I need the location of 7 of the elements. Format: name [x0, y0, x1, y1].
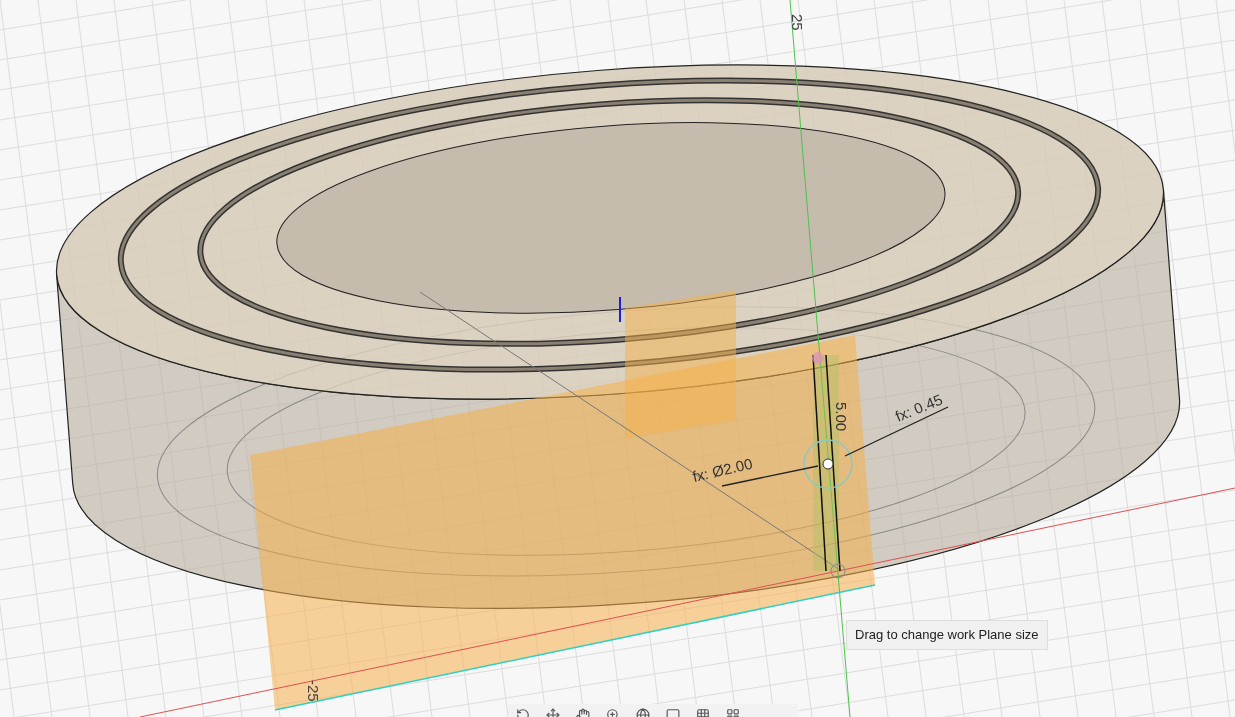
- dimension-value[interactable]: fx: Ø2.00: [690, 454, 754, 485]
- dimension-value[interactable]: 5.00: [833, 402, 850, 432]
- axis-label: 25: [789, 14, 806, 31]
- dimension-value[interactable]: fx: 0.45: [892, 390, 945, 425]
- axis-label: -25: [305, 680, 322, 702]
- z-axis-line: [619, 296, 621, 323]
- tooltip: Drag to change work Plane size: [846, 620, 1048, 650]
